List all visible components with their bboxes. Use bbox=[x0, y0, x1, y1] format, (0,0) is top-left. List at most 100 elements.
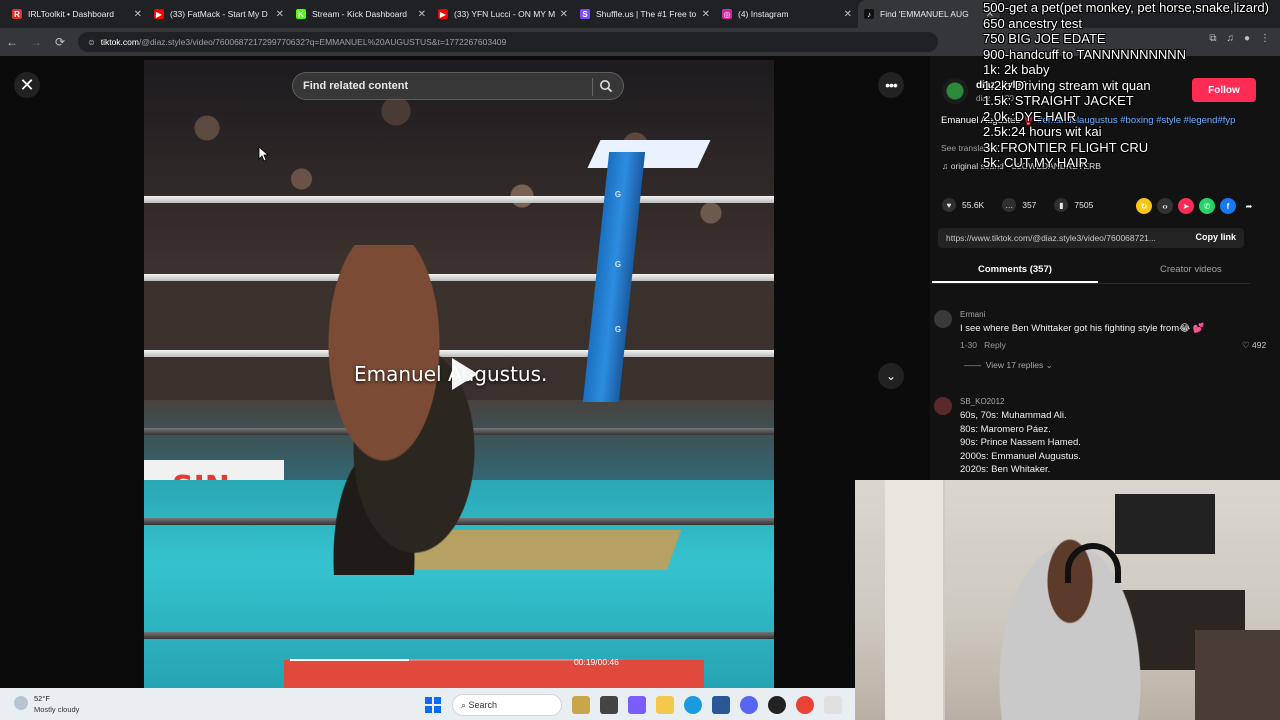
overlay-goal-line: 2.5k:24 hours wit kai bbox=[983, 124, 1102, 139]
corner-pad-top bbox=[587, 140, 711, 168]
task-view-icon[interactable] bbox=[600, 696, 618, 714]
webcam-door bbox=[885, 480, 945, 720]
browser-tab[interactable]: ♪ Find 'EMMANUEL AUG ✕ bbox=[858, 0, 1000, 28]
browser-tab[interactable]: ▶ (33) FatMack - Start My D ✕ bbox=[148, 0, 290, 28]
tab-title: (4) Instagram bbox=[738, 9, 789, 19]
tab-close-icon[interactable]: ✕ bbox=[702, 9, 710, 20]
divider-line: —— bbox=[964, 360, 986, 370]
more-icon: ••• bbox=[885, 77, 898, 93]
bookmark-icon[interactable]: ▮ bbox=[1054, 198, 1069, 212]
file-explorer-icon[interactable] bbox=[656, 696, 674, 714]
weather-icon[interactable] bbox=[14, 696, 28, 710]
browser-tab[interactable]: S Shuffle.us | The #1 Free to ✕ bbox=[574, 0, 716, 28]
embed-icon[interactable]: ‹› bbox=[1157, 198, 1173, 214]
facebook-icon[interactable]: f bbox=[1220, 198, 1236, 214]
author-avatar[interactable] bbox=[942, 78, 968, 104]
video-progress-bar[interactable] bbox=[290, 659, 580, 661]
tab-title: IRLToolkit • Dashboard bbox=[28, 9, 114, 19]
weather-temperature[interactable]: 52°F bbox=[34, 694, 50, 703]
tab-comments[interactable]: Comments (357) bbox=[978, 264, 1052, 275]
tab-close-icon[interactable]: ✕ bbox=[276, 9, 284, 20]
store-icon[interactable] bbox=[712, 696, 730, 714]
tab-close-icon[interactable]: ✕ bbox=[560, 9, 568, 20]
overlay-goal-line: 3k:FRONTIER FLIGHT CRU bbox=[983, 139, 1149, 155]
overlay-goal-line: 750 BIG JOE EDATE bbox=[983, 31, 1106, 46]
repost-icon[interactable]: ↻ bbox=[1136, 198, 1152, 214]
windows-taskbar: 52°F Mostly cloudy ⌕ Search bbox=[0, 688, 855, 720]
commenter-name[interactable]: Ermani bbox=[960, 310, 985, 319]
more-options-button[interactable]: ••• bbox=[878, 72, 904, 98]
whatsapp-icon[interactable]: ✆ bbox=[1199, 198, 1215, 214]
reply-button[interactable]: Reply bbox=[984, 340, 1006, 350]
video-player[interactable]: SIN G G G Find related content Emanuel A… bbox=[144, 60, 774, 688]
comment-text: 60s, 70s: Muhammad Ali. 80s: Maromero Pá… bbox=[960, 410, 1081, 475]
copilot-icon[interactable] bbox=[628, 696, 646, 714]
browser-tab[interactable]: ◎ (4) Instagram ✕ bbox=[716, 0, 858, 28]
widgets-icon[interactable] bbox=[572, 696, 590, 714]
tab-favicon-icon: K bbox=[296, 9, 306, 19]
tab-favicon-icon: R bbox=[12, 9, 22, 19]
like-count: 55.6K bbox=[962, 200, 985, 210]
commenter-avatar[interactable] bbox=[934, 397, 952, 415]
find-related-search[interactable]: Find related content bbox=[292, 72, 624, 100]
stream-goal-overlay: 500-get a pet(pet monkey, pet horse,snak… bbox=[983, 0, 1280, 171]
reload-button[interactable]: ⟳ bbox=[48, 35, 72, 49]
post-logo: G bbox=[614, 260, 622, 269]
replies-label: View 17 replies bbox=[985, 360, 1044, 370]
share-more-icon[interactable]: ➦ bbox=[1241, 198, 1257, 214]
comment-icon[interactable]: … bbox=[1002, 198, 1017, 212]
weather-description[interactable]: Mostly cloudy bbox=[34, 705, 79, 714]
post-logo: G bbox=[614, 325, 622, 334]
site-info-icon[interactable]: ⊜ bbox=[88, 38, 95, 47]
comment-date: 1-30 bbox=[960, 340, 978, 350]
tab-creator-videos[interactable]: Creator videos bbox=[1160, 264, 1222, 275]
like-icon[interactable]: ♥ bbox=[942, 198, 956, 212]
browser-tab[interactable]: R IRLToolkit • Dashboard ✕ bbox=[6, 0, 148, 28]
tab-close-icon[interactable]: ✕ bbox=[134, 9, 142, 20]
chrome-icon[interactable] bbox=[796, 696, 814, 714]
tab-title: Find 'EMMANUEL AUG bbox=[880, 9, 969, 19]
commenter-avatar[interactable] bbox=[934, 310, 952, 328]
app-icon[interactable] bbox=[824, 696, 842, 714]
send-icon[interactable]: ➤ bbox=[1178, 198, 1194, 214]
windows-start-icon[interactable] bbox=[424, 696, 442, 714]
next-video-button[interactable]: ⌄ bbox=[878, 363, 904, 389]
tab-title: Stream - Kick Dashboard bbox=[312, 9, 407, 19]
music-note-icon: ♫ bbox=[942, 161, 951, 171]
overlay-goal-line: 1.2k: Driving stream wit quan bbox=[983, 77, 1151, 93]
browser-tab[interactable]: ▶ (33) YFN Lucci - ON MY M ✕ bbox=[432, 0, 574, 28]
overlay-goal-line: 5k: CUT MY HAIR bbox=[983, 155, 1088, 170]
chevron-down-icon: ⌄ bbox=[885, 369, 897, 383]
close-icon: ✕ bbox=[19, 74, 35, 95]
play-icon[interactable] bbox=[440, 352, 484, 396]
commenter-name[interactable]: SB_KO2012 bbox=[960, 397, 1004, 406]
address-bar[interactable]: ⊜ tiktok.com/@diaz.style3/video/76006872… bbox=[78, 32, 938, 52]
edge-icon[interactable] bbox=[684, 696, 702, 714]
save-count: 7505 bbox=[1074, 200, 1094, 210]
heart-outline-icon: ♡ bbox=[1242, 340, 1252, 350]
share-icons: ↻ ‹› ➤ ✆ f ➦ bbox=[1136, 198, 1257, 214]
close-button[interactable]: ✕ bbox=[14, 72, 40, 98]
ring-rope bbox=[144, 196, 774, 203]
tab-title: Shuffle.us | The #1 Free to bbox=[596, 9, 697, 19]
tab-favicon-icon: S bbox=[580, 9, 590, 19]
discord-icon[interactable] bbox=[740, 696, 758, 714]
back-button[interactable]: ← bbox=[0, 35, 24, 49]
tab-close-icon[interactable]: ✕ bbox=[844, 9, 852, 20]
obs-icon[interactable] bbox=[768, 696, 786, 714]
comment-like[interactable]: ♡ 492 bbox=[1242, 340, 1266, 351]
comment-count: 357 bbox=[1022, 200, 1037, 210]
boxer-figure bbox=[294, 245, 494, 575]
copy-link-button[interactable]: Copy link bbox=[1195, 232, 1236, 242]
browser-tab[interactable]: K Stream - Kick Dashboard ✕ bbox=[290, 0, 432, 28]
forward-button[interactable]: → bbox=[24, 35, 48, 49]
comment-like-count: 492 bbox=[1251, 340, 1267, 350]
share-link-url: https://www.tiktok.com/@diaz.style3/vide… bbox=[946, 233, 1156, 243]
comment-meta: 1-30 Reply bbox=[960, 340, 1006, 350]
search-placeholder: Find related content bbox=[303, 80, 409, 92]
search-icon[interactable] bbox=[599, 79, 613, 93]
overlay-goal-line: 900-handcuff to TANNNNNNNNNN bbox=[983, 46, 1187, 62]
taskbar-search[interactable]: ⌕ Search bbox=[452, 694, 562, 716]
view-replies-button[interactable]: —— View 17 replies ⌄ bbox=[964, 360, 1053, 371]
tab-close-icon[interactable]: ✕ bbox=[418, 9, 426, 20]
